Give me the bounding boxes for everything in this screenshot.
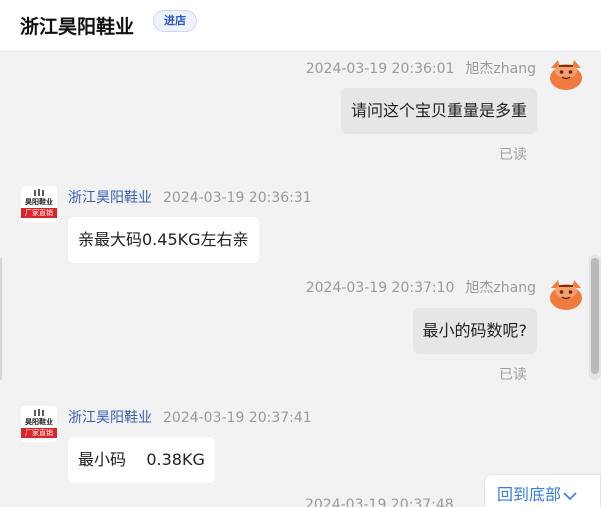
message-bubble: 亲最大码0.45KG左右亲: [68, 217, 259, 263]
read-status: 已读: [499, 367, 527, 383]
message-bubble: 最小的码数呢?: [412, 308, 537, 354]
chevron-down-icon: [563, 491, 577, 500]
message-meta: 2024-03-19 20:37:48: [305, 497, 454, 507]
message-sender: 旭杰zhang: [465, 61, 536, 77]
back-to-bottom-button[interactable]: 回到底部: [484, 474, 601, 507]
read-status: 已读: [499, 147, 527, 163]
message-timestamp: 2024-03-19 20:36:31: [163, 190, 312, 206]
shop-avatar-banner-text: 厂家直销: [25, 209, 53, 217]
message-timestamp: 2024-03-19 20:37:48: [305, 497, 454, 507]
shop-title: 浙江昊阳鞋业: [20, 16, 135, 38]
message-sender: 旭杰zhang: [465, 280, 536, 296]
message-meta: 2024-03-19 20:37:10 旭杰zhang: [306, 277, 536, 297]
shop-avatar-icon[interactable]: 昊阳鞋业 厂家直销: [21, 186, 57, 222]
scrollbar-thumb[interactable]: [591, 258, 599, 374]
back-to-bottom-label: 回到底部: [497, 485, 562, 504]
message-timestamp: 2024-03-19 20:36:01: [305, 61, 455, 77]
shop-avatar-banner-text: 厂家直销: [25, 429, 53, 437]
message-list[interactable]: 2024-03-19 20:36:01 旭杰zhang 请问这个宝贝重量是多重 已…: [0, 52, 601, 507]
message-meta: 浙江昊阳鞋业 2024-03-19 20:37:41: [68, 407, 312, 427]
left-pane-edge: [0, 258, 2, 380]
message-bubble: 最小码 0.38KG: [68, 437, 215, 483]
message-timestamp: 2024-03-19 20:37:41: [163, 410, 312, 426]
enter-shop-button[interactable]: 进店: [153, 10, 197, 32]
message-meta: 2024-03-19 20:36:01 旭杰zhang: [306, 58, 536, 78]
message-sender[interactable]: 浙江昊阳鞋业: [68, 410, 152, 426]
chat-header: 浙江昊阳鞋业 进店: [0, 0, 601, 52]
chat-window: 浙江昊阳鞋业 进店 2024-03-19 20:36:01 旭杰zhang 请问这…: [0, 0, 601, 507]
shop-avatar-top-text: 昊阳鞋业: [25, 418, 53, 426]
message-sender[interactable]: 浙江昊阳鞋业: [68, 190, 152, 206]
message-bubble: 请问这个宝贝重量是多重: [340, 88, 537, 134]
message-timestamp: 2024-03-19 20:37:10: [305, 280, 455, 296]
message-meta: 浙江昊阳鞋业 2024-03-19 20:36:31: [68, 187, 312, 207]
shop-avatar-icon[interactable]: 昊阳鞋业 厂家直销: [21, 406, 57, 442]
cat-avatar-icon[interactable]: [548, 276, 584, 312]
cat-avatar-icon[interactable]: [548, 56, 584, 92]
shop-avatar-top-text: 昊阳鞋业: [25, 198, 53, 206]
